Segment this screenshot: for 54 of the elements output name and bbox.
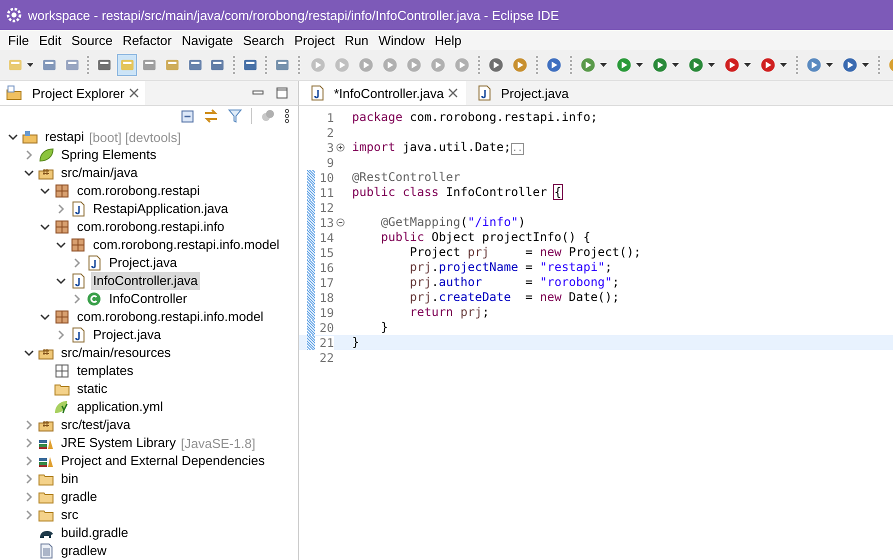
tree-item[interactable]: static — [75, 380, 110, 398]
tree-item-decoration: [boot] [devtools] — [89, 130, 181, 144]
code-line: prj.projectName = "restapi"; — [408, 260, 612, 275]
tree-item[interactable]: InfoController — [107, 290, 190, 308]
tree-item[interactable]: InfoController.java — [91, 272, 200, 290]
code-line: } — [351, 335, 360, 350]
tree-item[interactable]: Spring Elements — [59, 146, 158, 164]
menu-item[interactable]: Help — [430, 32, 467, 48]
tree-item[interactable]: com.rorobong.restapi.info — [75, 218, 226, 236]
tree-item[interactable]: gradle — [59, 488, 100, 506]
tree-item[interactable]: src — [59, 506, 80, 524]
tree-item[interactable]: com.rorobong.restapi — [75, 182, 202, 200]
menu-item[interactable]: File — [3, 32, 34, 48]
code-line: @GetMapping("/info") — [380, 215, 526, 230]
code-line: Project prj = new Project(); — [408, 245, 642, 260]
tree-item[interactable]: Project and External Dependencies — [59, 452, 267, 470]
tree-item[interactable]: Project.java — [91, 326, 163, 344]
code-line: public class InfoController { — [351, 185, 562, 200]
code-line: return prj; — [408, 305, 490, 320]
tree-item[interactable]: RestapiApplication.java — [91, 200, 230, 218]
menu-item[interactable]: Window — [374, 32, 430, 48]
menu-item[interactable]: Run — [340, 32, 374, 48]
tree-item-decoration: [JavaSE-1.8] — [180, 436, 256, 450]
code-line: public Object projectInfo() { — [380, 230, 590, 245]
tree-item[interactable]: gradlew — [59, 542, 109, 560]
tree-item[interactable]: Project.java — [107, 254, 179, 272]
window-title: workspace - restapi/src/main/java/com/rorobong/restapi/info/InfoController.java - Eclipse IDE — [28, 8, 560, 22]
code-line: @RestController — [351, 170, 460, 185]
tree-item[interactable]: src/main/java — [59, 164, 140, 182]
menu-item[interactable]: Edit — [34, 32, 66, 48]
code-line: prj.author = "rorobong"; — [408, 275, 620, 290]
tree-item[interactable]: com.rorobong.restapi.info.model — [91, 236, 282, 254]
menu-item[interactable]: Navigate — [176, 32, 238, 48]
tree-item[interactable]: com.rorobong.restapi.info.model — [75, 308, 266, 326]
tree-item[interactable]: build.gradle — [59, 524, 130, 542]
tree-item[interactable]: bin — [59, 470, 80, 488]
menu-item[interactable]: Search — [238, 32, 290, 48]
tree-item[interactable]: JRE System Library — [59, 434, 178, 452]
code-line: package com.rorobong.restapi.info; — [351, 110, 598, 125]
editor-tab[interactable]: Project.java — [466, 81, 577, 105]
code-line: import java.util.Date;.. — [351, 140, 524, 155]
tree-item[interactable]: templates — [75, 362, 136, 380]
tree-item[interactable]: src/main/resources — [59, 344, 173, 362]
tree-item[interactable]: src/test/java — [59, 416, 132, 434]
code-line: prj.createDate = new Date(); — [408, 290, 620, 305]
project-explorer-tab[interactable]: Project Explorer — [0, 81, 146, 105]
tree-item[interactable]: restapi — [43, 128, 86, 146]
menu-item[interactable]: Project — [289, 32, 340, 48]
code-line: } — [380, 320, 388, 335]
menu-item[interactable]: Refactor — [118, 32, 177, 48]
editor-tab[interactable]: *InfoController.java — [299, 81, 466, 105]
tree-item[interactable]: application.yml — [75, 398, 165, 416]
line-number: 21 — [315, 336, 334, 350]
menu-item[interactable]: Source — [66, 32, 118, 48]
